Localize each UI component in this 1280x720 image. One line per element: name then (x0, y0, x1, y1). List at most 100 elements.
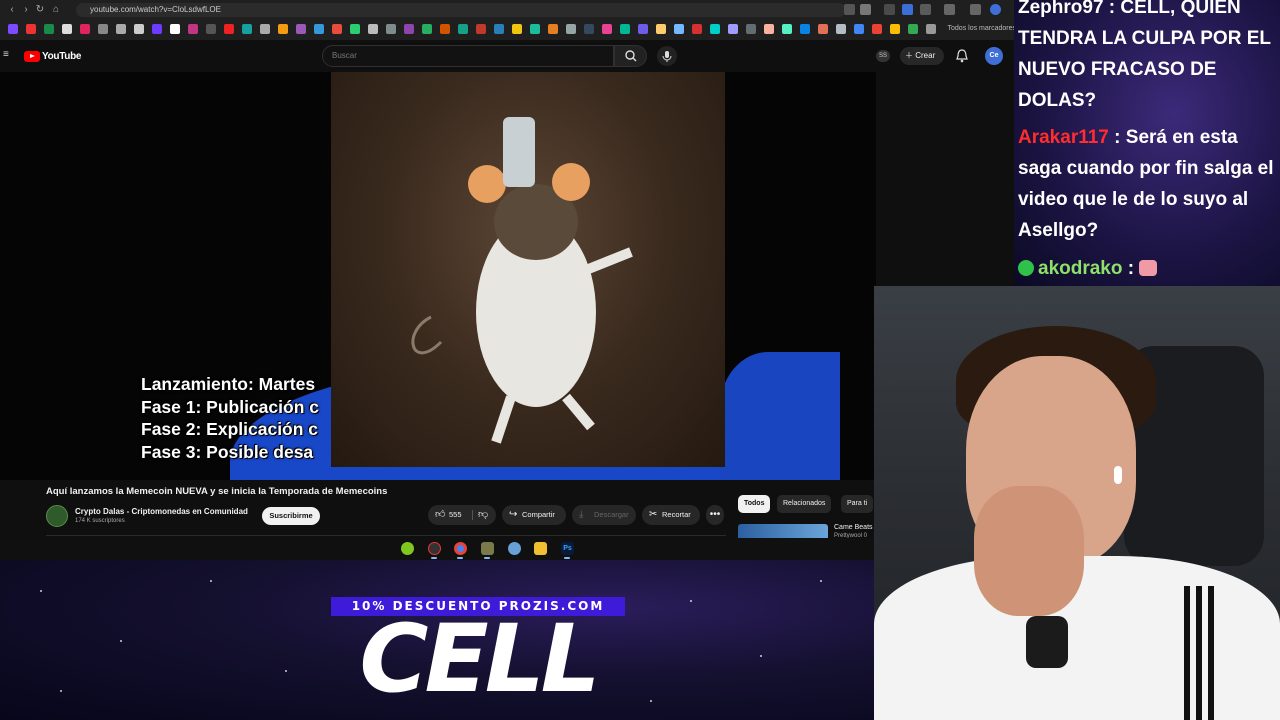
notifications-bell-icon[interactable] (955, 48, 969, 64)
bookmark-icon[interactable] (692, 24, 702, 34)
create-button[interactable]: ＋ Crear (900, 47, 944, 65)
bookmark-icon[interactable] (674, 24, 684, 34)
recommended-video-title[interactable]: Came Beats (834, 524, 873, 531)
url-field[interactable]: youtube.com/watch?v=CloLsdwfLOE (76, 3, 846, 17)
bookmark-icon[interactable] (710, 24, 720, 34)
download-button[interactable]: ⤓ Descargar (572, 505, 636, 525)
create-label: Crear (915, 51, 936, 60)
bookmark-icon[interactable] (26, 24, 36, 34)
search-input[interactable]: Buscar (322, 45, 614, 67)
channel-name[interactable]: Crypto Dalas - Criptomonedas en Comunida… (75, 507, 248, 516)
bookmark-icon[interactable] (530, 24, 540, 34)
bookmark-icon[interactable] (638, 24, 648, 34)
bookmark-icon[interactable] (80, 24, 90, 34)
photoshop-icon[interactable]: Ps (561, 542, 574, 555)
bookmark-icon[interactable] (242, 24, 252, 34)
bookmark-icon[interactable] (44, 24, 54, 34)
home-icon[interactable]: ⌂ (50, 4, 62, 16)
back-icon[interactable]: ‹ (6, 4, 18, 16)
chip-all[interactable]: Todos (738, 495, 771, 513)
bookmark-icon[interactable] (800, 24, 810, 34)
hamburger-menu-icon[interactable]: ≡ (3, 50, 11, 60)
bookmark-icon[interactable] (476, 24, 486, 34)
bookmark-icon[interactable] (836, 24, 846, 34)
extensions-puzzle-icon[interactable] (944, 4, 955, 15)
bookmark-icon[interactable] (278, 24, 288, 34)
clip-button[interactable]: ✂ Recortar (642, 505, 700, 525)
bookmark-icon[interactable] (368, 24, 378, 34)
app-icon[interactable] (401, 542, 414, 555)
share-button[interactable]: ↪ Compartir (502, 505, 566, 525)
chip-related[interactable]: Relacionados (777, 495, 832, 513)
recommended-video-thumbnail[interactable] (738, 524, 828, 538)
install-icon[interactable] (844, 4, 855, 15)
bookmark-icon[interactable] (782, 24, 792, 34)
bookmark-icon[interactable] (908, 24, 918, 34)
all-bookmarks-folder[interactable]: Todos los marcadores (948, 23, 1016, 35)
account-avatar[interactable]: Ce (985, 47, 1003, 65)
bookmark-icon[interactable] (188, 24, 198, 34)
bookmark-icon[interactable] (458, 24, 468, 34)
extension-icon[interactable] (884, 4, 895, 15)
extension-icon[interactable] (920, 4, 931, 15)
bookmark-icon[interactable] (314, 24, 324, 34)
bookmark-icon[interactable] (854, 24, 864, 34)
like-icon[interactable]: 👍︎ (435, 505, 445, 525)
bookmark-icon[interactable] (8, 24, 18, 34)
bookmark-star-icon[interactable] (860, 4, 871, 15)
bookmark-icon[interactable] (728, 24, 738, 34)
forward-icon[interactable]: › (20, 4, 32, 16)
app-icon[interactable] (508, 542, 521, 555)
like-count[interactable]: 555 (449, 505, 462, 525)
bookmark-icon[interactable] (206, 24, 216, 34)
bookmark-icon[interactable] (404, 24, 414, 34)
app-icon[interactable] (428, 542, 441, 555)
voice-search-button[interactable] (657, 46, 677, 66)
bookmark-icon[interactable] (296, 24, 306, 34)
bookmark-icon[interactable] (548, 24, 558, 34)
menu-icon[interactable] (970, 4, 981, 15)
bookmark-icon[interactable] (890, 24, 900, 34)
bookmark-icon[interactable] (422, 24, 432, 34)
subscribe-button[interactable]: Suscribirme (262, 507, 320, 525)
folder-icon[interactable] (534, 542, 547, 555)
bookmark-icon[interactable] (116, 24, 126, 34)
bookmark-icon[interactable] (332, 24, 342, 34)
more-actions-icon[interactable]: ••• (706, 505, 724, 525)
search-button[interactable] (614, 45, 647, 67)
chip-for-you[interactable]: Para ti (841, 495, 874, 513)
bookmark-icon[interactable] (98, 24, 108, 34)
more-bookmarks-icon[interactable] (926, 24, 936, 34)
bookmark-icon[interactable] (746, 24, 756, 34)
bookmark-icon[interactable] (170, 24, 180, 34)
bookmark-icon[interactable] (620, 24, 630, 34)
bookmark-icon[interactable] (764, 24, 774, 34)
bookmark-icon[interactable] (818, 24, 828, 34)
chrome-icon[interactable] (454, 542, 467, 555)
bookmark-icon[interactable] (494, 24, 504, 34)
extension-icon[interactable] (902, 4, 913, 15)
bookmark-icon[interactable] (260, 24, 270, 34)
bookmark-icon[interactable] (566, 24, 576, 34)
reload-icon[interactable]: ↻ (34, 4, 46, 16)
profile-icon[interactable] (990, 4, 1001, 15)
bookmark-icon[interactable] (152, 24, 162, 34)
channel-avatar[interactable] (46, 505, 68, 527)
bookmark-icon[interactable] (134, 24, 144, 34)
app-icon[interactable] (481, 542, 494, 555)
bookmark-icon[interactable] (224, 24, 234, 34)
bookmark-icon[interactable] (440, 24, 450, 34)
bookmark-icon[interactable] (350, 24, 360, 34)
dislike-icon[interactable]: 👎︎ (478, 505, 488, 525)
bookmark-icon[interactable] (584, 24, 594, 34)
video-player[interactable]: Lanzamiento: Martes Fase 1: Publicación … (0, 72, 876, 480)
bookmark-icon[interactable] (512, 24, 522, 34)
bookmark-icon[interactable] (386, 24, 396, 34)
bookmark-icon[interactable] (62, 24, 72, 34)
bookmark-icon[interactable] (872, 24, 882, 34)
bookmark-icon[interactable] (656, 24, 666, 34)
bookmark-icon[interactable] (602, 24, 612, 34)
shirt-stripe (1184, 586, 1190, 720)
youtube-logo[interactable]: YouTube (24, 50, 82, 62)
cast-icon[interactable]: SS (876, 50, 890, 62)
